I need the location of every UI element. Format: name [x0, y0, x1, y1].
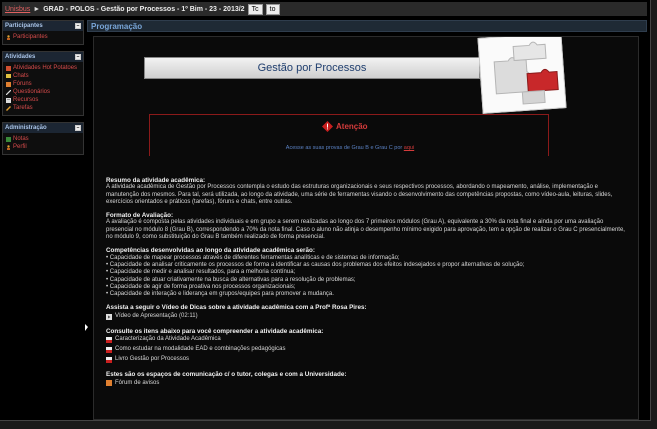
assignment-icon: [6, 105, 11, 111]
alert-box: Atenção Acesse as suas provas de Grau B …: [149, 114, 549, 156]
collapse-toggle-icon[interactable]: –: [75, 125, 81, 131]
alert-link[interactable]: aqui: [404, 145, 414, 151]
sidebar-item-grades[interactable]: Notas: [6, 135, 80, 143]
video-link[interactable]: Vídeo de Apresentação (02:11): [106, 312, 632, 322]
evaluation-text: A avaliação é composta pelas atividades …: [106, 219, 625, 241]
competencies-heading: Competências desenvolvidas ao longo da a…: [106, 247, 315, 255]
sidebar-item-hotpotatoes[interactable]: Atividades Hot Potatoes: [6, 64, 80, 72]
sidebar: Participantes – Participantes Atividades…: [2, 20, 84, 161]
course-description: Resumo da atividade acadêmica: A ativida…: [106, 171, 632, 388]
summary-text: A atividade acadêmica de Gestão por Proc…: [106, 184, 613, 205]
warning-icon: [322, 121, 333, 132]
sidebar-item-forums[interactable]: Fóruns: [6, 80, 80, 88]
collapse-toggle-icon[interactable]: –: [75, 23, 81, 29]
browser-frame: Unisbus ► GRAD - POLOS - Gestão por Proc…: [0, 0, 651, 421]
puzzle-image: [477, 37, 567, 114]
section-title: Programação: [87, 20, 647, 32]
chat-icon: [6, 73, 11, 78]
list-item: Capacidade de atuar criativamente na bus…: [106, 277, 632, 284]
participants-block: Participantes – Participantes: [2, 20, 84, 45]
alert-message: Acesse as suas provas de Grau B e Grau C…: [285, 145, 415, 151]
section-body: Gestão por Processos Atenção Acesse as s…: [93, 36, 639, 420]
forum-link[interactable]: Fórum de avisos: [106, 378, 632, 388]
list-item: Capacidade de analisar criticamente os p…: [106, 262, 632, 269]
admin-block: Administração – Notas Perfil: [2, 122, 84, 155]
hotpot-icon: [6, 65, 11, 71]
forum-icon: [106, 380, 112, 387]
communication-heading: Estes são os espaços de comunicação c/ o…: [106, 371, 347, 379]
course-title: GRAD - POLOS - Gestão por Processos - 1º…: [43, 5, 245, 13]
main-content: Programação Gestão por Processos Atenção…: [87, 20, 647, 420]
pdf-icon: [106, 337, 112, 344]
list-item: Capacidade de mapear processos através d…: [106, 255, 632, 262]
breadcrumb-root-link[interactable]: Unisbus: [5, 6, 30, 13]
consult-heading: Consulte os itens abaixo para você compr…: [106, 327, 324, 335]
resource-link[interactable]: Como estudar na modalidade EAD e combina…: [106, 345, 632, 355]
activities-block: Atividades – Atividades Hot Potatoes Cha…: [2, 51, 84, 116]
sidebar-item-chats[interactable]: Chats: [6, 72, 80, 80]
users-icon: [7, 34, 10, 40]
pdf-icon: [106, 347, 112, 354]
competencies-list: Capacidade de mapear processos através d…: [106, 255, 632, 299]
sidebar-item-participants[interactable]: Participantes: [6, 33, 80, 41]
video-icon: [106, 313, 112, 320]
list-item: Capacidade de interação e liderança em g…: [106, 291, 632, 298]
video-heading: Assista a seguir o Vídeo de Dicas sobre …: [106, 304, 367, 312]
evaluation-heading: Formato de Avaliação:: [106, 212, 174, 220]
sidebar-item-quizzes[interactable]: Questionários: [6, 88, 80, 96]
breadcrumb: Unisbus ► GRAD - POLOS - Gestão por Proc…: [2, 2, 647, 16]
activities-block-title: Atividades: [5, 54, 36, 60]
mouse-cursor-icon: [85, 324, 88, 331]
sidebar-item-resources[interactable]: Recursos: [6, 96, 80, 104]
resource-link[interactable]: Caracterização da Atividade Acadêmica: [106, 335, 632, 345]
resource-link[interactable]: Livro Gestão por Processos: [106, 355, 632, 365]
next-button[interactable]: to: [265, 3, 280, 15]
admin-block-title: Administração: [5, 125, 47, 131]
collapse-toggle-icon[interactable]: –: [75, 54, 81, 60]
pdf-icon: [106, 357, 112, 364]
list-item: Capacidade de medir e analisar resultado…: [106, 269, 632, 276]
summary-heading: Resumo da atividade acadêmica:: [106, 177, 206, 184]
list-item: Capacidade de agir de forma proativa nos…: [106, 284, 632, 291]
grades-icon: [6, 136, 11, 142]
profile-icon: [7, 144, 10, 150]
prev-button[interactable]: Tc: [247, 3, 263, 15]
course-banner: Gestão por Processos: [144, 57, 480, 79]
sidebar-item-assignments[interactable]: Tarefas: [6, 104, 80, 112]
resource-icon: [6, 97, 11, 103]
sidebar-item-profile[interactable]: Perfil: [6, 143, 80, 151]
alert-title: Atenção: [336, 122, 368, 131]
breadcrumb-separator: ►: [33, 5, 41, 13]
forum-icon: [6, 81, 11, 87]
banner-title: Gestão por Processos: [257, 62, 367, 74]
participants-block-title: Participantes: [5, 23, 43, 29]
quiz-icon: [6, 89, 11, 95]
